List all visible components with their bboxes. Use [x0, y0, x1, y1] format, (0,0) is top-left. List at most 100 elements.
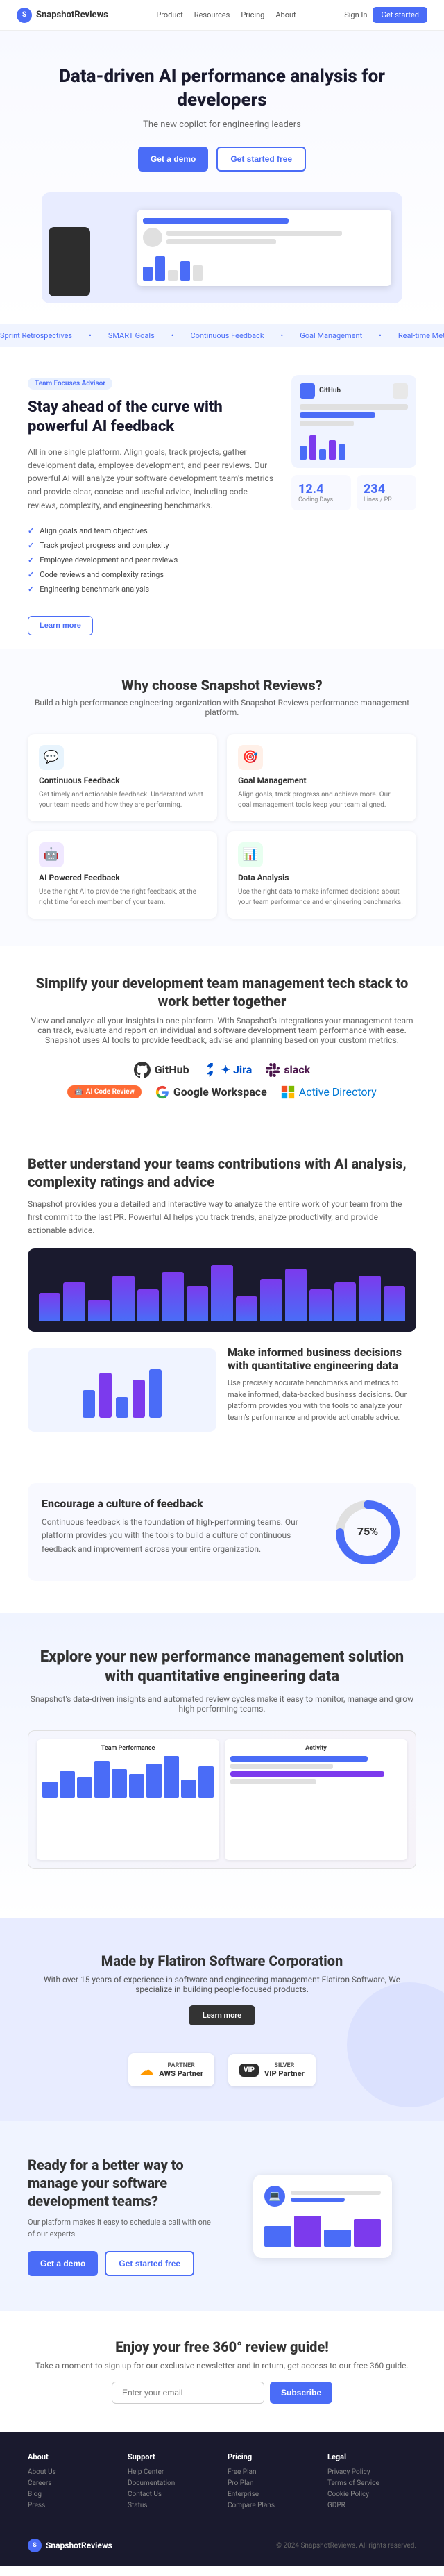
footer-link-docs[interactable]: Documentation	[128, 2479, 216, 2487]
aws-badge-text: PARTNER AWS Partner	[159, 2062, 203, 2078]
team-focus-cta[interactable]: Learn more	[28, 616, 93, 635]
why-card-icon-2: 🤖	[39, 842, 64, 867]
footer-link-press[interactable]: Press	[28, 2502, 117, 2509]
footer-link-cookie[interactable]: Cookie Policy	[327, 2491, 416, 2498]
why-card-title-3: Data Analysis	[238, 873, 405, 883]
footer-col-legal: Legal Privacy Policy Terms of Service Co…	[327, 2452, 416, 2513]
hero-demo-button[interactable]: Get a demo	[138, 147, 208, 172]
footer-link-gdpr[interactable]: GDPR	[327, 2502, 416, 2509]
cta-grid: Ready for a better way to manage your so…	[28, 2156, 416, 2276]
jira-label: ✦ Jira	[221, 1063, 253, 1076]
guide-desc: Take a moment to sign up for our exclusi…	[28, 2361, 416, 2370]
guide-headline: Enjoy your free 360° review guide!	[28, 2339, 416, 2355]
footer-link-free[interactable]: Free Plan	[228, 2468, 316, 2476]
metric-label-0: Coding Days	[298, 496, 344, 503]
nav-signin[interactable]: Sign In	[344, 10, 367, 19]
nav-resources[interactable]: Resources	[194, 10, 230, 19]
footer-col-about: About About Us Careers Blog Press	[28, 2452, 117, 2513]
simplify-desc: View and analyze all your insights in on…	[28, 1016, 416, 1045]
footer-link-privacy[interactable]: Privacy Policy	[327, 2468, 416, 2476]
nav-cta-button[interactable]: Get started	[373, 7, 427, 23]
aws-icon: ☁	[139, 2061, 153, 2078]
footer-col-title-3: Legal	[327, 2452, 416, 2461]
footer-link-contact[interactable]: Contact Us	[128, 2491, 216, 2498]
feature-list: Align goals and team objectives Track pr…	[28, 524, 278, 596]
why-card-1: 🎯 Goal Management Align goals, track pro…	[227, 734, 416, 821]
footer-link-careers[interactable]: Careers	[28, 2479, 117, 2487]
ticker-bar: Sprint Retrospectives • SMART Goals • Co…	[0, 324, 444, 347]
cta-buttons: Get a demo Get started free	[28, 2251, 215, 2276]
why-card-icon-3: 📊	[238, 842, 263, 867]
footer-bottom: S SnapshotReviews © 2024 SnapshotReviews…	[28, 2527, 416, 2552]
footer-col-support: Support Help Center Documentation Contac…	[128, 2452, 216, 2513]
cta-illustration: 💻	[253, 2175, 392, 2258]
made-by-desc: With over 15 years of experience in soft…	[28, 1975, 416, 1994]
metric-coding-days: 12.4 Coding Days	[291, 475, 351, 510]
why-subheadline: Build a high-performance engineering org…	[28, 698, 416, 717]
nav-product[interactable]: Product	[156, 10, 182, 19]
footer-logo-text: SnapshotReviews	[46, 2541, 112, 2550]
hero-headline: Data-driven AI performance analysis for …	[28, 65, 416, 112]
footer-logo-icon: S	[28, 2539, 42, 2552]
footer-link-status[interactable]: Status	[128, 2502, 216, 2509]
feature-item-3: Code reviews and complexity ratings	[28, 567, 278, 582]
ticker-item-3: Goal Management	[300, 331, 362, 340]
email-input[interactable]	[112, 2382, 264, 2404]
informed-grid: Make informed business decisions with qu…	[28, 1346, 416, 1435]
footer-link-about-us[interactable]: About Us	[28, 2468, 117, 2476]
ticker-item-4: Real-time Metrics	[398, 331, 444, 340]
hero-free-button[interactable]: Get started free	[216, 147, 306, 172]
aws-partner-label: PARTNER	[159, 2062, 203, 2069]
ticker-item-2: Continuous Feedback	[190, 331, 264, 340]
dashboard-mockup	[137, 210, 391, 286]
guide-section: Enjoy your free 360° review guide! Take …	[0, 2311, 444, 2432]
gws-label: Google Workspace	[173, 1085, 267, 1098]
vip-partner-badge: VIP SILVER VIP Partner	[228, 2054, 316, 2086]
ai-review-integration: 🤖 AI Code Review	[67, 1085, 141, 1098]
cta-free-button[interactable]: Get started free	[105, 2251, 194, 2276]
subscribe-button[interactable]: Subscribe	[270, 2382, 332, 2404]
made-by-cta[interactable]: Learn more	[189, 2005, 255, 2025]
footer-grid: About About Us Careers Blog Press Suppor…	[28, 2452, 416, 2513]
aws-partner-title: AWS Partner	[159, 2069, 203, 2078]
dashboard-inner: Team Performance Activity	[28, 1731, 416, 1868]
footer-link-compare[interactable]: Compare Plans	[228, 2502, 316, 2509]
nav-about[interactable]: About	[275, 10, 296, 19]
slack-label: slack	[284, 1063, 310, 1076]
footer-link-enterprise[interactable]: Enterprise	[228, 2491, 316, 2498]
cta-desc: Our platform makes it easy to schedule a…	[28, 2217, 215, 2240]
footer-link-blog[interactable]: Blog	[28, 2491, 117, 2498]
why-card-2: 🤖 AI Powered Feedback Use the right AI t…	[28, 831, 217, 919]
footer: About About Us Careers Blog Press Suppor…	[0, 2432, 444, 2566]
why-card-0: 💬 Continuous Feedback Get timely and act…	[28, 734, 217, 821]
cta-headline: Ready for a better way to manage your so…	[28, 2156, 215, 2210]
why-card-title-1: Goal Management	[238, 776, 405, 785]
dash-bar-chart	[42, 1756, 214, 1798]
why-card-3: 📊 Data Analysis Use the right data to ma…	[227, 831, 416, 919]
footer-link-help[interactable]: Help Center	[128, 2468, 216, 2476]
vip-badge-text: SILVER VIP Partner	[264, 2062, 305, 2078]
metric-label-1: Lines / PR	[364, 496, 409, 503]
integration-logos-row2: 🤖 AI Code Review Google Workspace Active…	[28, 1085, 416, 1099]
team-focus-desc: All in one single platform. Align goals,…	[28, 446, 278, 512]
explore-headline: Explore your new performance management …	[28, 1648, 416, 1687]
why-card-desc-1: Align goals, track progress and achieve …	[238, 789, 405, 810]
culture-section: Encourage a culture of feedback Continuo…	[0, 1476, 444, 1613]
simplify-section: Simplify your development team managemen…	[0, 946, 444, 1127]
why-card-icon-1: 🎯	[238, 745, 263, 770]
culture-headline: Encourage a culture of feedback	[42, 1497, 319, 1510]
dash-col-left: Team Performance	[37, 1739, 219, 1860]
why-card-title-2: AI Powered Feedback	[39, 873, 206, 883]
svg-text:75%: 75%	[357, 1525, 378, 1538]
simplify-headline: Simplify your development team managemen…	[28, 974, 416, 1010]
culture-visual: 75%	[333, 1498, 402, 1567]
vip-partner-label: SILVER	[264, 2062, 305, 2069]
logo[interactable]: S SnapshotReviews	[17, 8, 108, 23]
footer-link-pro[interactable]: Pro Plan	[228, 2479, 316, 2487]
logo-text: SnapshotReviews	[36, 10, 108, 20]
footer-link-terms[interactable]: Terms of Service	[327, 2479, 416, 2487]
cta-demo-button[interactable]: Get a demo	[28, 2251, 98, 2276]
metric-lines-pr: 234 Lines / PR	[357, 475, 416, 510]
nav-pricing[interactable]: Pricing	[241, 10, 264, 19]
hero-section: Data-driven AI performance analysis for …	[0, 31, 444, 324]
